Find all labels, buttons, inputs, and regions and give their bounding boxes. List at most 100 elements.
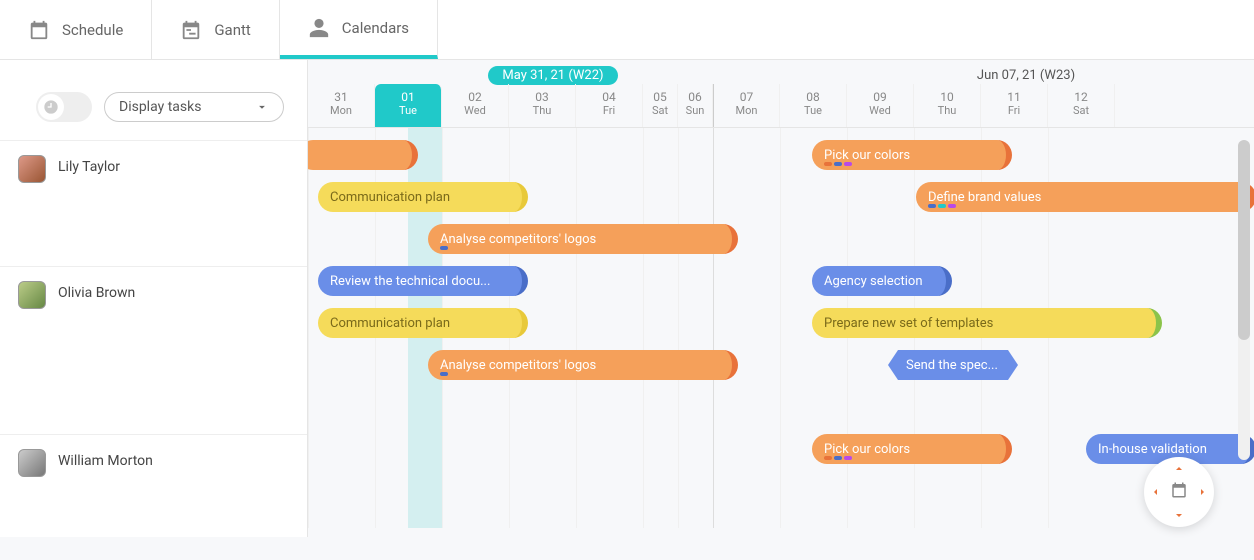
day-dow: Wed — [442, 104, 508, 117]
task-bar[interactable]: Analyse competitors' logos — [428, 224, 738, 254]
task-bar[interactable]: Prepare new set of templates — [812, 308, 1162, 338]
scrollbar-thumb[interactable] — [1238, 140, 1250, 340]
gantt-icon — [180, 19, 202, 41]
day-num: 11 — [981, 90, 1047, 104]
task-bar[interactable] — [308, 140, 418, 170]
week-label: Jun 07, 21 (W23) — [977, 68, 1075, 83]
task-label: In-house validation — [1098, 442, 1207, 457]
avatar — [18, 281, 46, 309]
day-header[interactable]: 09Wed — [847, 84, 914, 127]
tab-calendars[interactable]: Calendars — [280, 0, 438, 59]
task-bar[interactable]: Review the technical docu... — [318, 266, 528, 296]
calendar-icon — [1170, 481, 1188, 499]
person-name: Olivia Brown — [58, 285, 135, 301]
day-header[interactable]: 02Wed — [442, 84, 509, 127]
day-num: 07 — [714, 90, 779, 104]
day-headers: 31Mon01Tue02Wed03Thu04Fri05Sat06Sun07Mon… — [308, 84, 1254, 128]
task-tag-dot — [844, 162, 852, 166]
timeline-body: Communication plan Analyse competitors' l… — [308, 128, 1254, 528]
task-bar[interactable]: Analyse competitors' logos — [428, 350, 738, 380]
task-tag-dot — [440, 372, 448, 376]
day-num: 09 — [847, 90, 913, 104]
day-header[interactable]: 08Tue — [780, 84, 847, 127]
person-row: Olivia Brown — [0, 266, 307, 434]
day-dow: Thu — [914, 104, 980, 117]
task-bar[interactable]: Define brand values — [916, 182, 1254, 212]
day-num: 31 — [308, 90, 374, 104]
task-label: Prepare new set of templates — [824, 316, 993, 331]
tab-gantt[interactable]: Gantt — [152, 0, 279, 59]
person-name: Lily Taylor — [58, 159, 120, 175]
task-bar[interactable]: Communication plan — [318, 308, 528, 338]
toggle-switch[interactable] — [36, 92, 92, 122]
task-bar[interactable]: Send the spec... — [888, 350, 1018, 380]
task-label: Analyse competitors' logos — [440, 358, 596, 373]
person-row: William Morton — [0, 434, 307, 560]
clock-icon — [43, 99, 59, 115]
day-header[interactable]: 12Sat — [1048, 84, 1115, 127]
day-header[interactable]: 01Tue — [375, 84, 442, 127]
task-tag-dot — [844, 456, 852, 460]
task-bar[interactable]: Communication plan — [318, 182, 528, 212]
person-row: Lily Taylor — [0, 140, 307, 266]
tab-label: Schedule — [62, 21, 123, 39]
task-tag-dot — [938, 204, 946, 208]
nav-up-icon[interactable] — [1173, 463, 1185, 475]
task-tag-dot — [824, 162, 832, 166]
top-tabs: Schedule Gantt Calendars — [0, 0, 1254, 60]
day-header[interactable]: 04Fri — [576, 84, 643, 127]
day-dow: Wed — [847, 104, 913, 117]
nav-right-icon[interactable] — [1196, 486, 1208, 498]
day-dow: Sat — [643, 104, 677, 117]
task-bar[interactable]: Pick our colors — [812, 140, 1012, 170]
toggle-knob — [38, 94, 64, 120]
day-dow: Sat — [1048, 104, 1114, 117]
day-num: 10 — [914, 90, 980, 104]
day-header[interactable]: 11Fri — [981, 84, 1048, 127]
day-dow: Thu — [509, 104, 575, 117]
task-tag-dot — [834, 456, 842, 460]
task-tag-dot — [834, 162, 842, 166]
day-header[interactable]: 05Sat — [643, 84, 678, 127]
tab-label: Gantt — [214, 21, 250, 39]
nav-down-icon[interactable] — [1173, 509, 1185, 521]
day-header[interactable]: 03Thu — [509, 84, 576, 127]
task-label: Communication plan — [330, 316, 450, 331]
calendar-icon — [28, 19, 50, 41]
task-label: Review the technical docu... — [330, 274, 490, 289]
task-label: Pick our colors — [824, 148, 910, 163]
day-dow: Sun — [678, 104, 712, 117]
task-tag-dot — [928, 204, 936, 208]
task-tag-dot — [824, 456, 832, 460]
day-num: 03 — [509, 90, 575, 104]
week-headers: May 31, 21 (W22) Jun 07, 21 (W23) — [308, 60, 1254, 84]
select-label: Display tasks — [119, 99, 201, 115]
day-dow: Tue — [375, 104, 441, 117]
task-bar[interactable]: Agency selection — [812, 266, 952, 296]
task-label: Pick our colors — [824, 442, 910, 457]
day-num: 04 — [576, 90, 642, 104]
nav-left-icon[interactable] — [1150, 486, 1162, 498]
timeline[interactable]: May 31, 21 (W22) Jun 07, 21 (W23) 31Mon0… — [308, 60, 1254, 537]
avatar — [18, 449, 46, 477]
day-num: 08 — [780, 90, 846, 104]
vertical-scrollbar[interactable] — [1238, 140, 1250, 460]
day-dow: Fri — [576, 104, 642, 117]
task-bar[interactable]: Pick our colors — [812, 434, 1012, 464]
person-icon — [308, 17, 330, 39]
day-dow: Fri — [981, 104, 1047, 117]
day-dow: Mon — [714, 104, 779, 117]
task-label: Agency selection — [824, 274, 923, 289]
day-num: 01 — [375, 90, 441, 104]
day-num: 02 — [442, 90, 508, 104]
task-label: Send the spec... — [906, 358, 998, 373]
nav-today-button[interactable] — [1170, 481, 1188, 503]
day-num: 12 — [1048, 90, 1114, 104]
day-header[interactable]: 31Mon — [308, 84, 375, 127]
display-tasks-select[interactable]: Display tasks — [104, 92, 284, 122]
tab-schedule[interactable]: Schedule — [0, 0, 152, 59]
day-header[interactable]: 10Thu — [914, 84, 981, 127]
day-header[interactable]: 06Sun — [678, 84, 713, 127]
chevron-down-icon — [255, 100, 269, 114]
day-header[interactable]: 07Mon — [713, 84, 780, 127]
